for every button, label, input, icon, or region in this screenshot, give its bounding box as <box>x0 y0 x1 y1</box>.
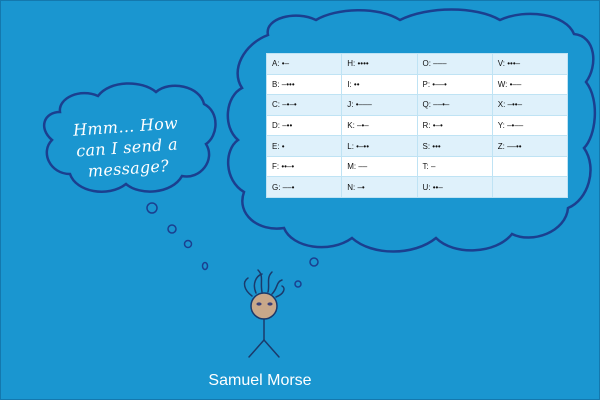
table-cell: S: ••• <box>416 135 493 157</box>
table-cell: V: •••– <box>491 53 569 75</box>
stick-figure-head <box>250 292 278 320</box>
thought-trail-circle <box>183 239 193 249</box>
table-cell: O: ––– <box>416 53 493 75</box>
table-cell: Q: ––•– <box>416 94 493 116</box>
thought-trail-circle <box>201 261 209 271</box>
table-row: G: ––• N: –• U: ••– <box>265 176 569 198</box>
thought-trail-circle <box>167 224 177 234</box>
table-cell: Z: ––•• <box>491 135 569 157</box>
thought-trail-circle <box>309 257 319 267</box>
table-row: E: • L: •–•• S: ••• Z: ––•• <box>265 135 569 157</box>
stick-figure-body <box>248 318 280 358</box>
thought-trail-circle <box>294 280 302 288</box>
table-cell: W: •–– <box>491 73 569 96</box>
table-cell: F: ••–• <box>265 155 343 178</box>
table-cell: D: –•• <box>265 114 343 137</box>
table-cell: G: ––• <box>265 176 343 198</box>
table-cell: A: •– <box>265 53 343 75</box>
table-cell: E: • <box>265 135 343 157</box>
table-cell <box>491 176 569 198</box>
table-cell: B: –••• <box>265 73 343 96</box>
table-cell: T: – <box>416 155 493 178</box>
table-cell: R: •–• <box>416 114 493 137</box>
table-cell: Y: –•–– <box>491 114 569 137</box>
table-cell: N: –• <box>341 176 418 198</box>
eye <box>256 302 262 306</box>
table-cell: M: –– <box>341 155 418 178</box>
table-cell: U: ••– <box>416 176 493 198</box>
eye <box>267 302 273 306</box>
table-cell: J: •––– <box>341 94 418 116</box>
table-cell: L: •–•• <box>341 135 418 157</box>
table-row: D: –•• K: –•– R: •–• Y: –•–– <box>265 114 569 137</box>
table-cell <box>491 155 569 178</box>
person-name-label: Samuel Morse <box>208 372 312 389</box>
table-cell: H: •••• <box>341 53 418 75</box>
table-cell: P: •––• <box>416 73 493 96</box>
thought-trail-circle <box>146 202 158 214</box>
table-cell: X: –••– <box>491 94 569 116</box>
table-row: B: –••• I: •• P: •––• W: •–– <box>265 73 569 96</box>
thought-text: Hmm… How can I send a message? <box>54 111 200 184</box>
table-cell: K: –•– <box>341 114 418 137</box>
table-row: A: •– H: •••• O: ––– V: •••– <box>265 53 569 75</box>
table-cell: C: –•–• <box>265 94 343 116</box>
table-row: F: ••–• M: –– T: – <box>265 155 569 178</box>
morse-code-table: A: •– H: •••• O: ––– V: •••– B: –••• I: … <box>265 53 569 198</box>
table-cell: I: •• <box>341 73 418 96</box>
table-row: C: –•–• J: •––– Q: ––•– X: –••– <box>265 94 569 116</box>
